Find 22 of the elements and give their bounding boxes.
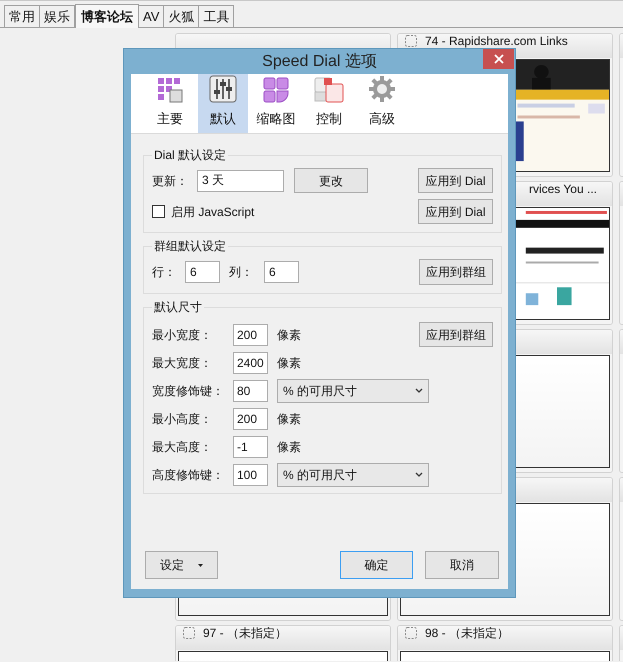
group-legend: Dial 默认设定 <box>152 148 228 162</box>
field-label: 宽度修饰键： <box>152 382 225 400</box>
unit-label: 像素 <box>277 438 301 456</box>
unit-label: 像素 <box>277 354 301 372</box>
field-label: 高度修饰键： <box>152 466 225 484</box>
dial-title: rvices You ... <box>528 183 597 196</box>
dial-title: 97 - （未指定） <box>203 627 288 640</box>
columns-label: 列： <box>229 264 254 281</box>
field-label: 最大高度： <box>152 438 213 456</box>
refresh-label: 更新： <box>152 172 189 190</box>
field-label: 最大宽度： <box>152 354 213 372</box>
window-title: Speed Dial 选项 <box>262 52 377 72</box>
field-label: 最小高度： <box>152 410 213 428</box>
group-legend: 群组默认设定 <box>152 239 228 253</box>
dial-title: 98 - （未指定） <box>425 627 510 640</box>
unit-label: 像素 <box>277 410 301 428</box>
dial-title: 74 - Rapidshare.com Links <box>425 35 568 48</box>
group-legend: 默认尺寸 <box>152 300 204 314</box>
unit-label: 像素 <box>277 326 301 344</box>
field-label: 最小宽度： <box>152 326 213 344</box>
javascript-label: 启用 JavaScript <box>171 204 254 220</box>
rows-label: 行： <box>152 264 177 281</box>
